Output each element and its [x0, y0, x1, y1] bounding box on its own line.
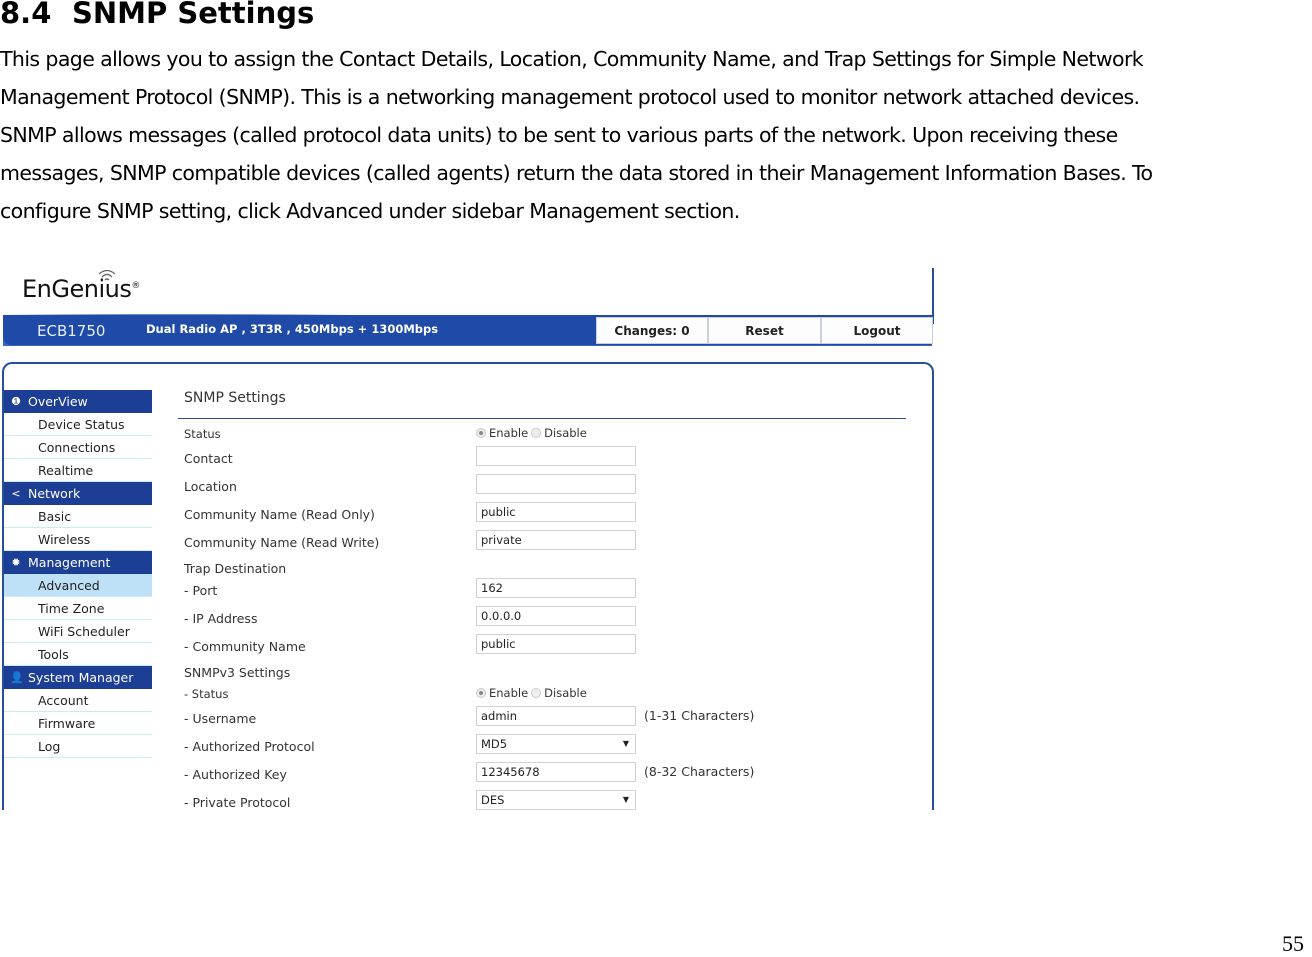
trap-ip-address-input[interactable]: 0.0.0.0: [476, 606, 636, 626]
sidebar-item-wifi-scheduler[interactable]: WiFi Scheduler: [4, 620, 154, 643]
section-heading: 8.4 SNMP Settings: [0, 0, 314, 30]
gear-icon: ✹: [11, 556, 21, 569]
v3-status-row: - Status Enable Disable: [184, 686, 587, 701]
authorized-key-input[interactable]: 12345678: [476, 762, 636, 782]
community-ro-row: Community Name (Read Only) public: [184, 502, 884, 528]
v3-status-radio-group: Enable Disable: [476, 686, 587, 700]
paragraph-line: SNMP allows messages (called protocol da…: [0, 123, 1118, 147]
location-row: Location: [184, 474, 884, 500]
status-row: Status Enable Disable: [184, 426, 587, 441]
model-name: ECB1750: [37, 322, 106, 340]
v3-username-input[interactable]: admin: [476, 706, 636, 726]
key-length-hint: (8-32 Characters): [644, 764, 755, 779]
changes-button[interactable]: Changes: 0: [596, 317, 708, 344]
sidebar-section-network[interactable]: < Network: [4, 482, 154, 505]
sidebar: ❶ OverView Device Status Connections Rea…: [2, 362, 155, 810]
trap-port-row: - Port 162: [184, 578, 884, 604]
v3-auth-key-row: - Authorized Key 12345678 (8-32 Characte…: [184, 762, 755, 782]
sidebar-item-log[interactable]: Log: [4, 735, 154, 758]
community-rw-row: Community Name (Read Write) private: [184, 530, 884, 556]
router-ui-screenshot: EnGenius® ECB1750 Dual Radio AP , 3T3R ,…: [0, 268, 934, 810]
sidebar-section-management[interactable]: ✹ Management: [4, 551, 154, 574]
device-tagline: Dual Radio AP , 3T3R , 450Mbps + 1300Mbp…: [146, 322, 439, 336]
community-read-only-input[interactable]: public: [476, 502, 636, 522]
sidebar-section-system-manager[interactable]: 👤 System Manager: [4, 666, 154, 689]
trap-community-name-input[interactable]: public: [476, 634, 636, 654]
paragraph-line: messages, SNMP compatible devices (calle…: [0, 161, 1153, 185]
v3-status-enable-radio[interactable]: [476, 688, 486, 698]
location-input[interactable]: [476, 474, 636, 494]
private-protocol-select[interactable]: DES ▼: [476, 790, 636, 810]
wifi-icon: [98, 269, 116, 281]
sidebar-item-connections[interactable]: Connections: [4, 436, 154, 459]
section-number: 8.4: [0, 0, 52, 30]
share-icon: <: [11, 487, 21, 500]
authorized-protocol-select[interactable]: MD5 ▼: [476, 734, 636, 754]
sidebar-item-tools[interactable]: Tools: [4, 643, 154, 666]
engenius-logo: EnGenius®: [22, 275, 140, 303]
paragraph-line: configure SNMP setting, click Advanced u…: [0, 199, 740, 223]
snmp-settings-panel: SNMP Settings Status Enable Disable Cont…: [152, 362, 934, 810]
contact-row: Contact: [184, 446, 884, 472]
sidebar-item-account[interactable]: Account: [4, 689, 154, 712]
page-number: 55: [1282, 931, 1304, 956]
username-length-hint: (1-31 Characters): [644, 708, 755, 723]
paragraph-line: Management Protocol (SNMP). This is a ne…: [0, 85, 1140, 109]
user-icon: 👤: [10, 671, 24, 684]
sidebar-item-realtime[interactable]: Realtime: [4, 459, 154, 482]
header: EnGenius® ECB1750 Dual Radio AP , 3T3R ,…: [0, 268, 934, 346]
sidebar-item-basic[interactable]: Basic: [4, 505, 154, 528]
v3-auth-protocol-row: - Authorized Protocol MD5 ▼: [184, 734, 884, 760]
community-read-write-input[interactable]: private: [476, 530, 636, 550]
sidebar-item-time-zone[interactable]: Time Zone: [4, 597, 154, 620]
status-enable-radio[interactable]: [476, 428, 486, 438]
sidebar-item-wireless[interactable]: Wireless: [4, 528, 154, 551]
trap-port-input[interactable]: 162: [476, 578, 636, 598]
logout-button[interactable]: Logout: [821, 317, 933, 344]
chevron-down-icon: ▼: [622, 739, 629, 748]
contact-input[interactable]: [476, 446, 636, 466]
trap-ip-row: - IP Address 0.0.0.0: [184, 606, 884, 632]
sidebar-item-firmware[interactable]: Firmware: [4, 712, 154, 735]
status-disable-radio[interactable]: [531, 428, 542, 438]
sidebar-item-advanced[interactable]: Advanced: [4, 574, 154, 597]
status-radio-group: Enable Disable: [476, 426, 587, 440]
chevron-down-icon: ▼: [622, 795, 629, 804]
v3-private-protocol-row: - Private Protocol DES ▼: [184, 790, 884, 810]
sidebar-item-device-status[interactable]: Device Status: [4, 413, 154, 436]
section-title: SNMP Settings: [72, 0, 315, 30]
sidebar-section-overview[interactable]: ❶ OverView: [4, 390, 154, 413]
panel-title: SNMP Settings: [184, 390, 286, 406]
reset-button[interactable]: Reset: [708, 317, 821, 344]
paragraph-line: This page allows you to assign the Conta…: [0, 47, 1144, 71]
v3-status-disable-radio[interactable]: [531, 688, 542, 698]
v3-username-row: - Username admin (1-31 Characters): [184, 706, 755, 726]
info-icon: ❶: [11, 395, 21, 408]
title-divider: [178, 418, 906, 419]
trap-community-row: - Community Name public: [184, 634, 884, 660]
section-paragraph: This page allows you to assign the Conta…: [0, 40, 1300, 230]
